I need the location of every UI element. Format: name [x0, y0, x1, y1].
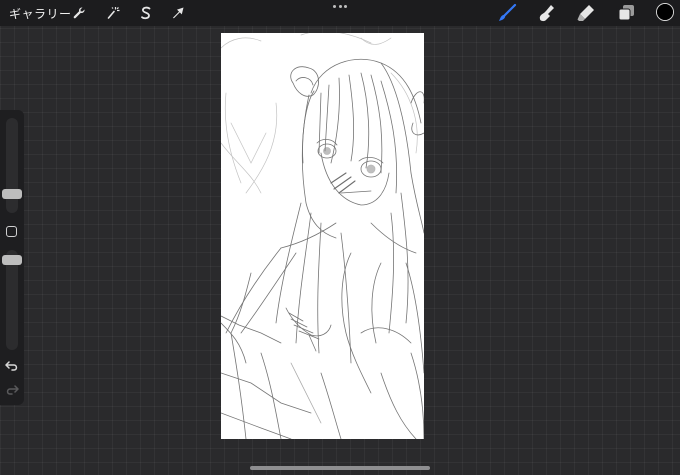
brush-tool-button[interactable] [497, 3, 517, 23]
undo-icon [5, 361, 18, 371]
layers-button[interactable] [616, 3, 636, 23]
selection-button[interactable] [137, 4, 155, 22]
eraser-tool-button[interactable] [576, 3, 596, 23]
brush-size-slider-handle[interactable] [2, 189, 22, 199]
undo-button[interactable] [3, 358, 21, 374]
brush-icon [499, 3, 517, 21]
selection-s-icon [141, 6, 151, 20]
current-color-swatch [657, 4, 673, 20]
dot [338, 5, 342, 8]
adjustments-button[interactable] [104, 4, 122, 22]
magic-wand-icon [107, 7, 120, 19]
modify-button[interactable] [6, 226, 17, 237]
more-options-dots[interactable] [333, 5, 347, 9]
opacity-slider-handle[interactable] [2, 255, 22, 265]
wrench-icon [73, 7, 85, 19]
eraser-icon [577, 5, 594, 21]
actions-button[interactable] [70, 4, 88, 22]
left-sidebar [0, 110, 24, 405]
opacity-slider[interactable] [6, 250, 18, 350]
dot [344, 5, 347, 8]
transform-button[interactable] [169, 4, 187, 22]
redo-icon [6, 385, 19, 395]
color-picker-button[interactable] [656, 3, 674, 21]
drawing-canvas[interactable] [221, 33, 424, 439]
smudge-finger-icon [539, 5, 554, 22]
dot [333, 5, 336, 8]
arrow-cursor-icon [173, 7, 184, 19]
smudge-tool-button[interactable] [537, 3, 557, 23]
sketch-artwork [221, 33, 424, 439]
layers-icon [618, 5, 634, 21]
home-indicator[interactable] [250, 466, 430, 470]
gallery-button[interactable]: ギャラリー [9, 5, 72, 22]
redo-button[interactable] [3, 382, 21, 398]
top-toolbar: ギャラリー [0, 0, 680, 26]
